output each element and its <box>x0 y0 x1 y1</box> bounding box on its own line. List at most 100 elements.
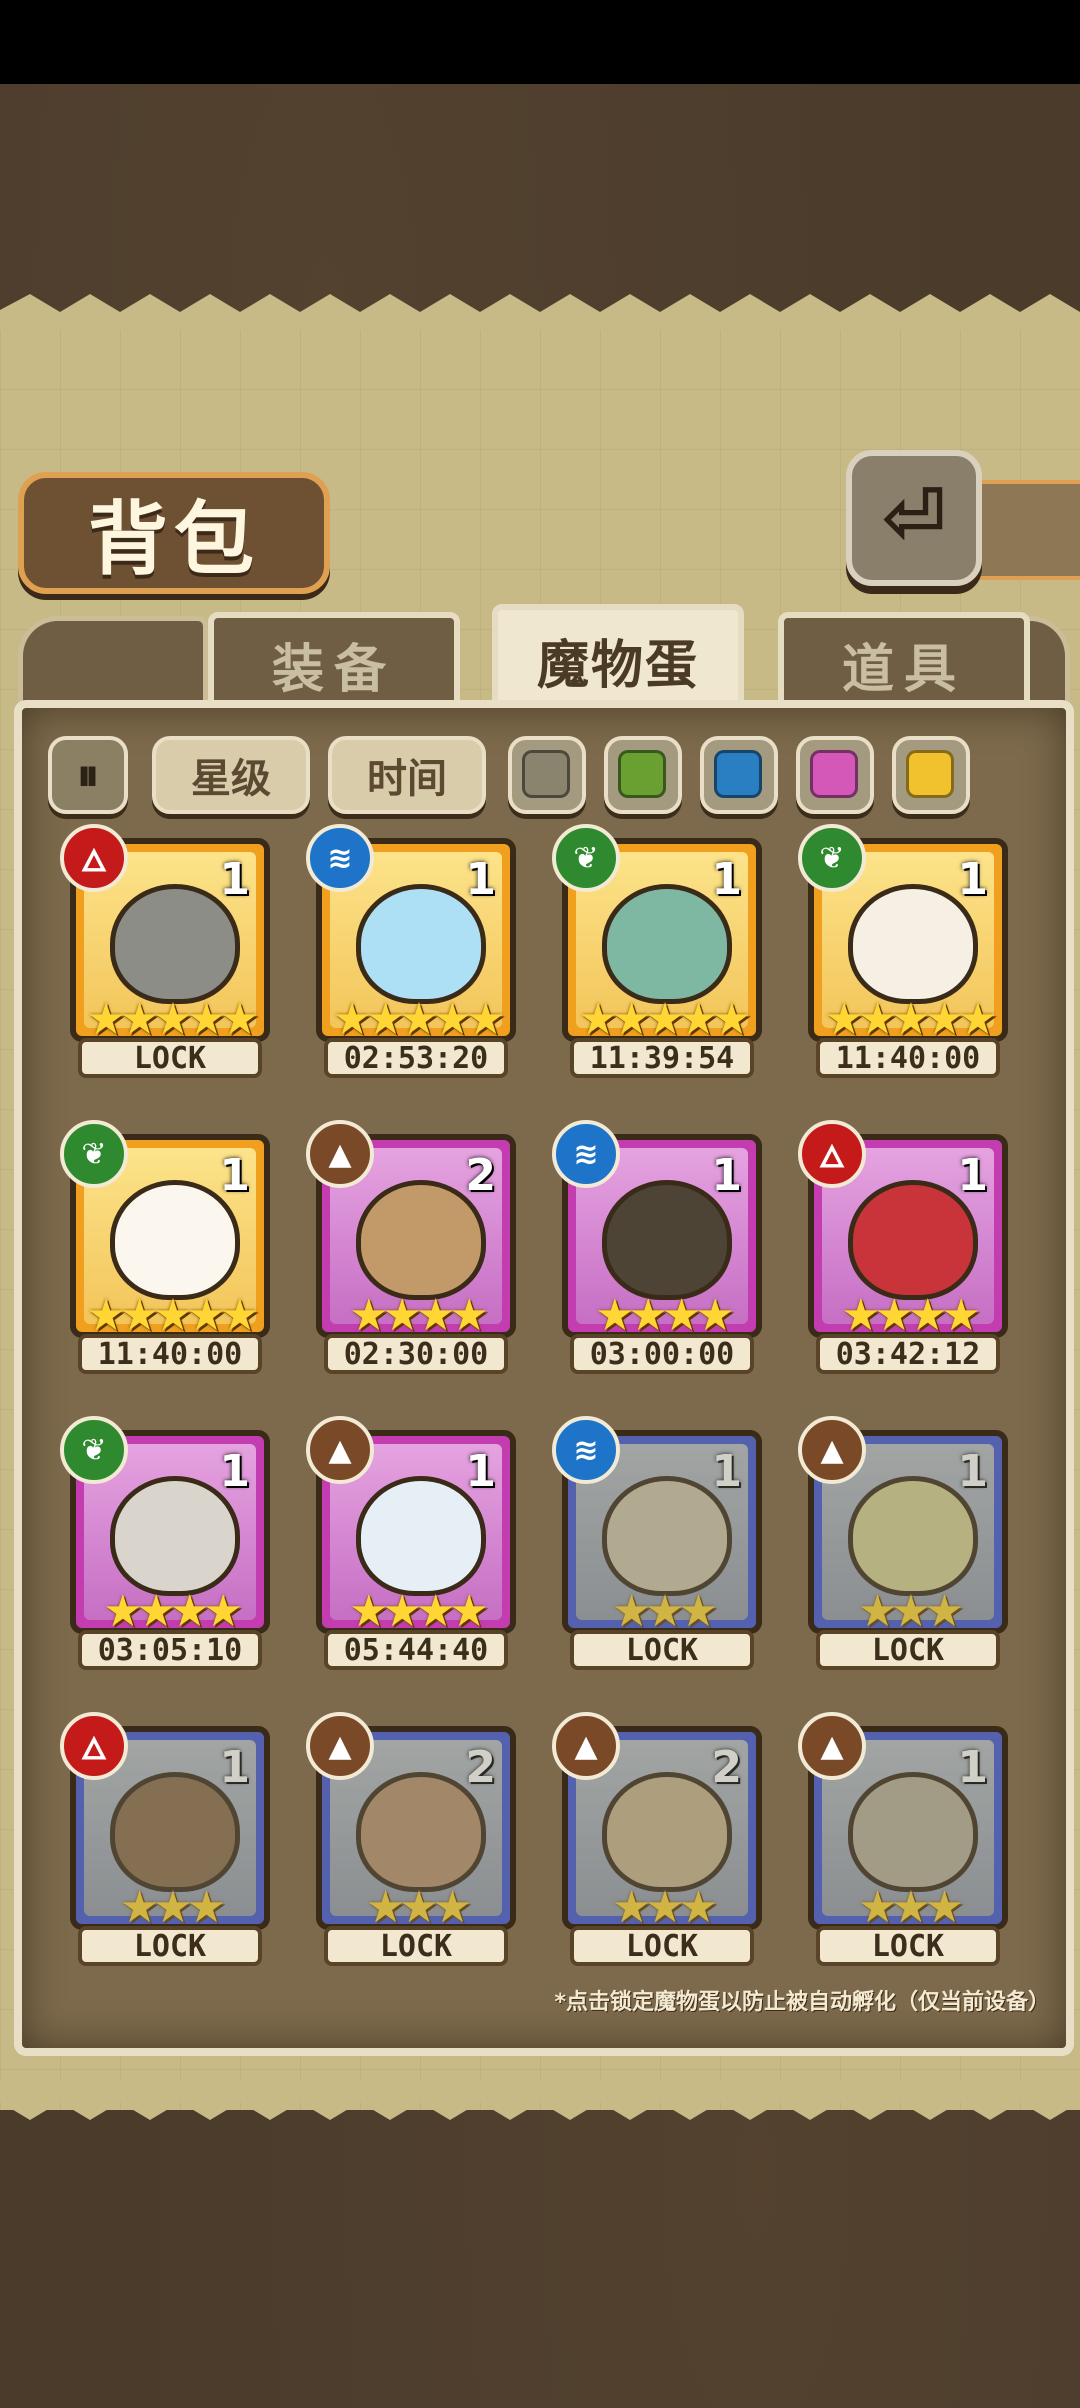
return-arrow-icon: ⏎ <box>881 473 947 563</box>
grass-element-icon: ❦ <box>60 1120 128 1188</box>
egg-count: 2 <box>711 1742 742 1793</box>
egg-creature <box>848 1476 978 1596</box>
egg-count: 1 <box>219 1446 250 1497</box>
earth-element-icon: ▲ <box>552 1712 620 1780</box>
egg-count: 1 <box>711 1446 742 1497</box>
grass-element-icon: ❦ <box>60 1416 128 1484</box>
swatch-yellow <box>906 750 954 798</box>
egg-stars: ★★★★ <box>841 1290 981 1338</box>
egg-timer-label[interactable]: LOCK <box>816 1926 1000 1966</box>
egg-count: 1 <box>219 1742 250 1793</box>
egg-timer-label[interactable]: 11:39:54 <box>570 1038 754 1078</box>
egg-card[interactable]: 2 ★★★ ▲ LOCK <box>306 1712 516 1970</box>
egg-timer-label[interactable]: 02:30:00 <box>324 1334 508 1374</box>
egg-count: 2 <box>465 1742 496 1793</box>
egg-stars: ★★★ <box>611 1882 718 1930</box>
earth-element-icon: ▲ <box>306 1712 374 1780</box>
egg-card[interactable]: 1 ★★★★★ 🜂 LOCK <box>60 824 270 1082</box>
tab-monster-eggs-label: 魔物蛋 <box>536 635 699 696</box>
sort-toggle-button[interactable]: ⏸ <box>48 736 128 814</box>
egg-card[interactable]: 1 ★★★★★ ❦ 11:40:00 <box>60 1120 270 1378</box>
egg-timer-label[interactable]: LOCK <box>324 1926 508 1966</box>
egg-stars: ★★★ <box>365 1882 472 1930</box>
egg-stars: ★★★ <box>119 1882 226 1930</box>
egg-count: 1 <box>711 854 742 905</box>
swatch-pink <box>810 750 858 798</box>
earth-element-icon: ▲ <box>798 1416 866 1484</box>
filter-blue-button[interactable] <box>700 736 778 814</box>
sort-by-time-label: 时间 <box>367 756 447 802</box>
egg-creature <box>848 1772 978 1892</box>
egg-card[interactable]: 1 ★★★★ ≋ 03:00:00 <box>552 1120 762 1378</box>
sort-by-time-button[interactable]: 时间 <box>328 736 486 814</box>
egg-card[interactable]: 1 ★★★ ▲ LOCK <box>798 1712 1008 1970</box>
egg-card[interactable]: 1 ★★★★ 🜂 03:42:12 <box>798 1120 1008 1378</box>
egg-card[interactable]: 1 ★★★★★ ❦ 11:40:00 <box>798 824 1008 1082</box>
earth-element-icon: ▲ <box>798 1712 866 1780</box>
filter-gray-button[interactable] <box>508 736 586 814</box>
egg-timer-label[interactable]: LOCK <box>570 1926 754 1966</box>
egg-card[interactable]: 1 ★★★★★ ≋ 02:53:20 <box>306 824 516 1082</box>
egg-card[interactable]: 1 ★★★ 🜂 LOCK <box>60 1712 270 1970</box>
tab-items-label: 道具 <box>841 639 966 700</box>
egg-card[interactable]: 1 ★★★ ▲ LOCK <box>798 1416 1008 1674</box>
egg-stars: ★★★★★ <box>86 994 259 1042</box>
tab-equipment-label: 装备 <box>271 639 396 700</box>
egg-count: 1 <box>465 854 496 905</box>
torn-edge-top <box>0 294 1080 334</box>
egg-count: 1 <box>957 1446 988 1497</box>
egg-card[interactable]: 2 ★★★★ ▲ 02:30:00 <box>306 1120 516 1378</box>
egg-stars: ★★★★ <box>349 1290 489 1338</box>
fire-element-icon: 🜂 <box>60 824 128 892</box>
lock-hint-footnote: *点击锁定魔物蛋以防止被自动孵化（仅当前设备） <box>554 1990 1050 2015</box>
egg-stars: ★★★★★ <box>86 1290 259 1338</box>
egg-stars: ★★★★★ <box>332 994 505 1042</box>
egg-card[interactable]: 2 ★★★ ▲ LOCK <box>552 1712 762 1970</box>
water-element-icon: ≋ <box>306 824 374 892</box>
egg-timer-label[interactable]: LOCK <box>816 1630 1000 1670</box>
egg-card[interactable]: 1 ★★★★★ ❦ 11:39:54 <box>552 824 762 1082</box>
egg-card[interactable]: 1 ★★★ ≋ LOCK <box>552 1416 762 1674</box>
egg-timer-label[interactable]: LOCK <box>570 1630 754 1670</box>
egg-stars: ★★★★ <box>103 1586 243 1634</box>
egg-count: 1 <box>957 1742 988 1793</box>
egg-timer-label[interactable]: 11:40:00 <box>816 1038 1000 1078</box>
egg-timer-label[interactable]: 02:53:20 <box>324 1038 508 1078</box>
sort-by-star-button[interactable]: 星级 <box>152 736 310 814</box>
egg-card[interactable]: 1 ★★★★ ❦ 03:05:10 <box>60 1416 270 1674</box>
fire-element-icon: 🜂 <box>798 1120 866 1188</box>
egg-count: 1 <box>957 854 988 905</box>
filter-green-button[interactable] <box>604 736 682 814</box>
egg-timer-label[interactable]: 03:05:10 <box>78 1630 262 1670</box>
egg-timer-label[interactable]: LOCK <box>78 1038 262 1078</box>
earth-element-icon: ▲ <box>306 1120 374 1188</box>
water-element-icon: ≋ <box>552 1120 620 1188</box>
swatch-gray <box>522 750 570 798</box>
grass-element-icon: ❦ <box>798 824 866 892</box>
title-plate: 背包 <box>18 472 330 594</box>
egg-stars: ★★★★ <box>349 1586 489 1634</box>
egg-card[interactable]: 1 ★★★★ ▲ 05:44:40 <box>306 1416 516 1674</box>
egg-count: 1 <box>957 1150 988 1201</box>
egg-timer-label[interactable]: 03:00:00 <box>570 1334 754 1374</box>
egg-timer-label[interactable]: 11:40:00 <box>78 1334 262 1374</box>
egg-count: 1 <box>711 1150 742 1201</box>
filter-yellow-button[interactable] <box>892 736 970 814</box>
back-button[interactable]: ⏎ <box>846 450 982 586</box>
sort-by-star-label: 星级 <box>191 756 271 802</box>
egg-stars: ★★★★★ <box>578 994 751 1042</box>
sort-toggle-icon: ⏸ <box>77 749 99 801</box>
egg-timer-label[interactable]: 03:42:12 <box>816 1334 1000 1374</box>
swatch-blue <box>714 750 762 798</box>
egg-timer-label[interactable]: 05:44:40 <box>324 1630 508 1670</box>
swatch-green <box>618 750 666 798</box>
egg-count: 1 <box>219 1150 250 1201</box>
filter-pink-button[interactable] <box>796 736 874 814</box>
egg-count: 1 <box>465 1446 496 1497</box>
egg-timer-label[interactable]: LOCK <box>78 1926 262 1966</box>
grass-element-icon: ❦ <box>552 824 620 892</box>
egg-creature <box>602 1772 732 1892</box>
egg-creature <box>602 1476 732 1596</box>
egg-creature <box>356 1772 486 1892</box>
egg-stars: ★★★ <box>857 1586 964 1634</box>
